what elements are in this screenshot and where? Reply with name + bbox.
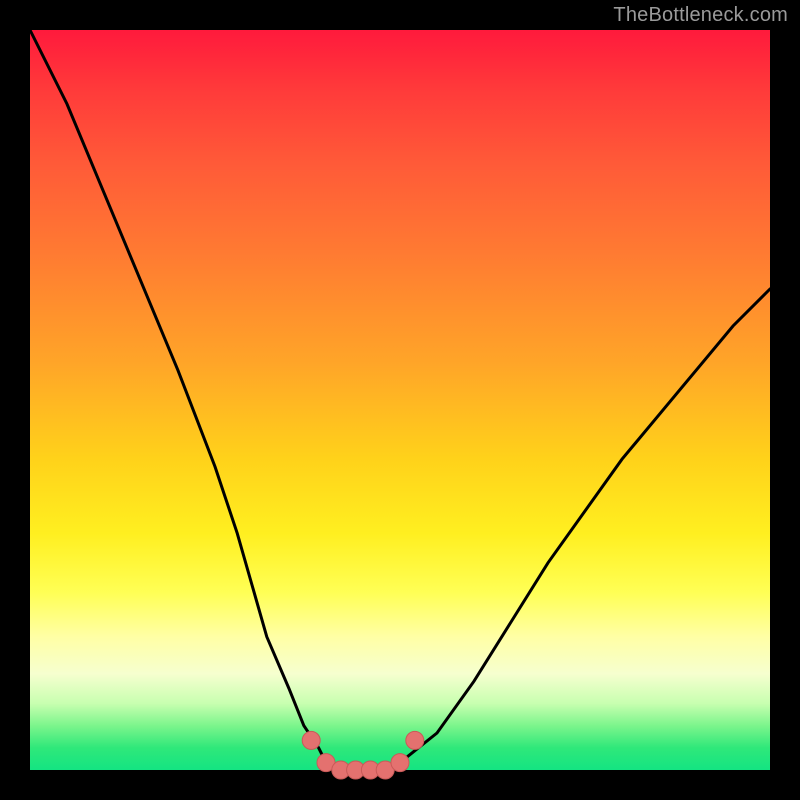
trough-marker — [406, 731, 424, 749]
chart-frame: TheBottleneck.com — [0, 0, 800, 800]
curve-layer — [30, 30, 770, 770]
trough-markers — [302, 731, 424, 779]
trough-marker — [302, 731, 320, 749]
watermark-text: TheBottleneck.com — [613, 4, 788, 27]
plot-area — [30, 30, 770, 770]
trough-marker — [391, 754, 409, 772]
bottleneck-curve — [30, 30, 770, 770]
